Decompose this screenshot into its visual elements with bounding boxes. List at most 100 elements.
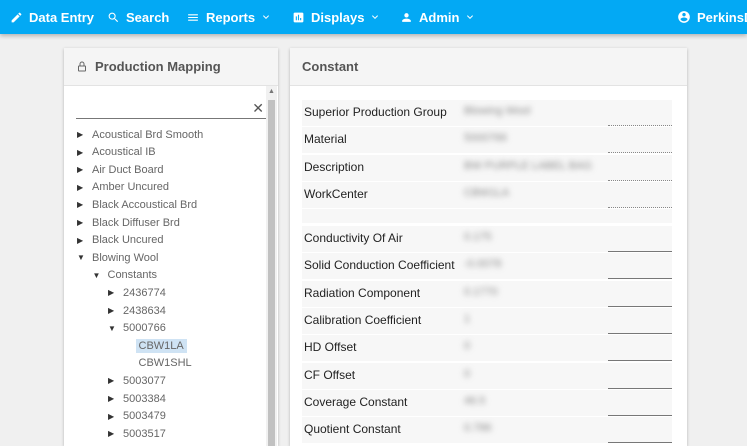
tree-node-label: CBW1SHL bbox=[138, 357, 192, 370]
chart-icon bbox=[292, 11, 305, 24]
tree-node[interactable]: ▶ Black Accoustical Brd bbox=[77, 196, 197, 213]
nav-user-label: PerkinsD bbox=[697, 9, 747, 25]
constant-field-row: Calibration Coefficient 1 bbox=[302, 307, 672, 334]
field-label: Material bbox=[304, 132, 347, 147]
expanded-caret-icon[interactable]: ▼ bbox=[108, 324, 117, 333]
info-field-row: Material 5000766 bbox=[302, 127, 672, 154]
field-value: Blowing Wool bbox=[464, 105, 531, 117]
tree-search-input[interactable] bbox=[76, 101, 246, 118]
field-value-input[interactable]: 0 bbox=[464, 340, 470, 352]
tree-node-label: 2438634 bbox=[123, 304, 166, 317]
field-value-input[interactable]: 0.786 bbox=[464, 422, 492, 434]
collapsed-caret-icon[interactable]: ▶ bbox=[77, 218, 86, 227]
scroll-up-arrow-icon[interactable]: ▲ bbox=[268, 88, 275, 95]
readonly-field-line bbox=[608, 152, 672, 154]
section-divider bbox=[302, 209, 672, 223]
tree-node[interactable]: ▶ 5003077 bbox=[108, 372, 166, 389]
tree-node[interactable]: ▼ Constants bbox=[93, 267, 158, 284]
tree-node-label: Black Uncured bbox=[92, 234, 164, 247]
info-field-row: WorkCenter CBW1LA bbox=[302, 181, 672, 208]
expanded-caret-icon[interactable]: ▼ bbox=[77, 253, 86, 262]
constant-field-row: HD Offset 0 bbox=[302, 335, 672, 362]
nav-data-entry[interactable]: Data Entry bbox=[10, 0, 94, 34]
expanded-caret-icon[interactable]: ▼ bbox=[93, 271, 102, 280]
constant-header: Constant bbox=[290, 48, 687, 86]
tree-node[interactable]: ▶ Amber Uncured bbox=[77, 179, 169, 196]
tree-node-label: 5003517 bbox=[123, 427, 166, 440]
constant-field-row: CF Offset 0 bbox=[302, 362, 672, 389]
field-value-input[interactable]: 46.5 bbox=[464, 395, 485, 407]
collapsed-caret-icon[interactable]: ▶ bbox=[108, 376, 117, 385]
field-value-input[interactable]: 0.1770 bbox=[464, 286, 498, 298]
tree-node[interactable]: ▼ 5000766 bbox=[108, 320, 166, 337]
input-underline bbox=[608, 332, 672, 334]
tree-node[interactable]: CBW1LA bbox=[124, 337, 187, 354]
search-icon bbox=[107, 11, 120, 24]
nav-displays[interactable]: Displays bbox=[292, 0, 381, 34]
nav-reports-label: Reports bbox=[206, 9, 256, 25]
clear-icon[interactable]: ✕ bbox=[252, 100, 264, 117]
input-underline bbox=[608, 360, 672, 362]
field-value-input[interactable]: -0.0078 bbox=[464, 258, 501, 270]
input-underline bbox=[608, 251, 672, 252]
collapsed-caret-icon[interactable]: ▶ bbox=[108, 412, 117, 421]
lock-icon[interactable] bbox=[76, 60, 88, 73]
tree-scrollbar[interactable]: ▲ bbox=[266, 86, 277, 446]
tree-node[interactable]: ▼ Blowing Wool bbox=[77, 249, 158, 266]
collapsed-caret-icon[interactable]: ▶ bbox=[77, 148, 86, 157]
tree-node[interactable]: ▶ Air Duct Board bbox=[77, 161, 164, 178]
tree-node-label: Amber Uncured bbox=[92, 181, 170, 194]
field-label: Solid Conduction Coefficient bbox=[304, 258, 455, 273]
tree-node[interactable]: ▶ 5003517 bbox=[108, 425, 166, 442]
tree-node[interactable]: ▶ 2438634 bbox=[108, 302, 166, 319]
tree-node-label: Air Duct Board bbox=[92, 163, 164, 176]
tree-node-label: Black Diffuser Brd bbox=[92, 216, 180, 229]
nav-admin[interactable]: Admin bbox=[400, 0, 476, 34]
tree-node[interactable]: ▶ 5003479 bbox=[108, 408, 166, 425]
field-value-input[interactable]: 0 bbox=[464, 368, 470, 380]
constant-panel: Constant Superior Production Group Blowin… bbox=[290, 48, 687, 446]
collapsed-caret-icon[interactable]: ▶ bbox=[77, 183, 86, 192]
collapsed-caret-icon[interactable]: ▶ bbox=[77, 165, 86, 174]
field-label: Quotient Constant bbox=[304, 422, 401, 437]
constant-field-row: Conductivity Of Air 0.175 bbox=[302, 226, 672, 252]
field-value-input[interactable]: 1 bbox=[464, 313, 470, 325]
row-background bbox=[302, 335, 672, 362]
field-label: Calibration Coefficient bbox=[304, 312, 422, 327]
collapsed-caret-icon[interactable]: ▶ bbox=[108, 288, 117, 297]
chevron-down-icon bbox=[260, 11, 272, 23]
tree-node[interactable]: ▶ 2436774 bbox=[108, 284, 166, 301]
input-underline bbox=[608, 414, 672, 416]
collapsed-caret-icon[interactable]: ▶ bbox=[108, 394, 117, 403]
constant-field-row: Solid Conduction Coefficient -0.0078 bbox=[302, 253, 672, 280]
collapsed-caret-icon[interactable]: ▶ bbox=[77, 130, 86, 139]
scroll-thumb[interactable] bbox=[268, 100, 275, 446]
nav-search[interactable]: Search bbox=[107, 0, 169, 34]
row-background bbox=[302, 362, 672, 389]
constant-field-row: Quotient Constant 0.786 bbox=[302, 417, 672, 444]
collapsed-caret-icon[interactable]: ▶ bbox=[77, 200, 86, 209]
nav-search-label: Search bbox=[126, 9, 170, 25]
constant-field-row: Radiation Component 0.1770 bbox=[302, 280, 672, 307]
nav-data-entry-label: Data Entry bbox=[29, 9, 95, 25]
tree-node[interactable]: ▶ Black Diffuser Brd bbox=[77, 214, 180, 231]
collapsed-caret-icon[interactable]: ▶ bbox=[108, 306, 117, 315]
tree-node[interactable]: CBW1SHL bbox=[124, 355, 192, 372]
tree-node[interactable]: ▶ 5003384 bbox=[108, 390, 166, 407]
nav-user[interactable]: PerkinsD bbox=[677, 0, 747, 34]
constant-field-row: Coverage Constant 46.5 bbox=[302, 389, 672, 416]
collapsed-caret-icon[interactable]: ▶ bbox=[77, 236, 86, 245]
tree-node-label: Acoustical Brd Smooth bbox=[92, 128, 204, 141]
tree-node[interactable]: ▶ Black Uncured bbox=[77, 232, 164, 249]
tree-node[interactable]: ▶ Acoustical IB bbox=[77, 144, 156, 161]
person-icon bbox=[400, 11, 413, 24]
field-value: 5000766 bbox=[464, 132, 507, 145]
collapsed-caret-icon[interactable]: ▶ bbox=[108, 429, 117, 438]
chevron-down-icon bbox=[464, 11, 476, 23]
tree-node[interactable]: ▶ Acoustical Brd Smooth bbox=[77, 126, 203, 143]
nav-reports[interactable]: Reports bbox=[186, 0, 272, 34]
field-value: CBW1LA bbox=[464, 186, 510, 199]
field-value-input[interactable]: 0.175 bbox=[464, 231, 492, 243]
input-underline bbox=[608, 387, 672, 389]
production-mapping-title: Production Mapping bbox=[95, 59, 221, 74]
